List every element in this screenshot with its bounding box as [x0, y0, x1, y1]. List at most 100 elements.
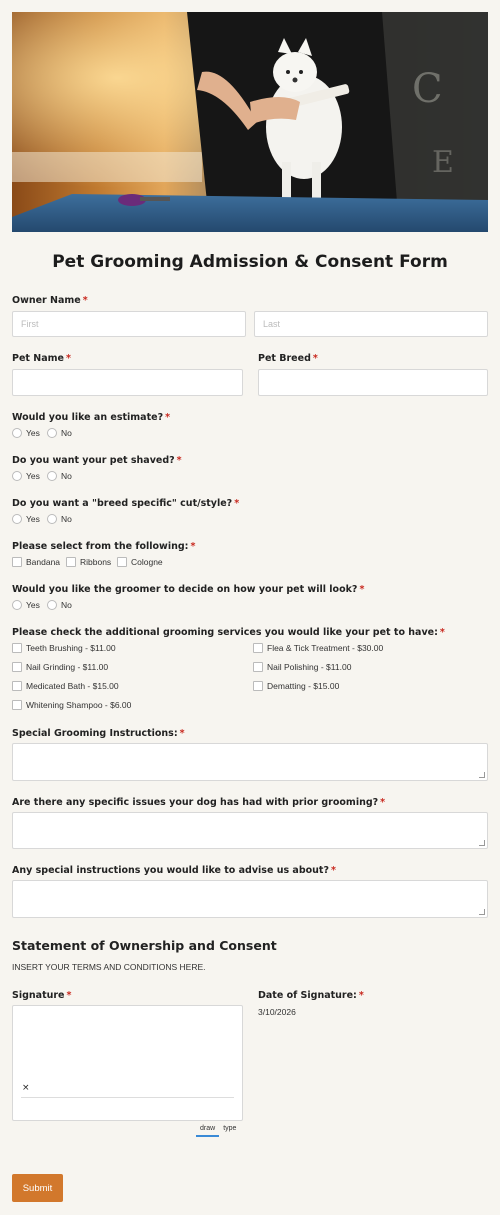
required-mark: * [179, 728, 185, 739]
required-mark: * [165, 412, 171, 423]
option-label: Flea & Tick Treatment - $30.00 [267, 643, 384, 653]
nail-polishing-option[interactable]: Nail Polishing - $11.00 [253, 662, 351, 672]
option-label: Yes [26, 471, 40, 481]
checkbox[interactable] [12, 681, 22, 691]
estimate-yes-option[interactable]: Yes [12, 428, 40, 438]
checkbox[interactable] [253, 662, 263, 672]
signature-label: Signature * [12, 990, 71, 1001]
additional-services-label-text: Please check the additional grooming ser… [12, 627, 438, 638]
dematting-option[interactable]: Dematting - $15.00 [253, 681, 339, 691]
option-label: Teeth Brushing - $11.00 [26, 643, 116, 653]
signature-pad[interactable]: × [12, 1005, 243, 1121]
radio-button[interactable] [47, 600, 57, 610]
groomer-decide-label-text: Would you like the groomer to decide on … [12, 584, 358, 595]
cologne-option[interactable]: Cologne [117, 557, 163, 567]
required-mark: * [358, 990, 364, 1001]
special-grooming-textarea[interactable] [12, 743, 488, 781]
option-label: Bandana [26, 557, 61, 567]
flea-tick-option[interactable]: Flea & Tick Treatment - $30.00 [253, 643, 383, 653]
resize-handle-icon[interactable] [479, 840, 485, 846]
option-label: Whitening Shampoo - $6.00 [26, 700, 132, 710]
shaved-label: Do you want your pet shaved? * [12, 455, 182, 466]
required-mark: * [66, 990, 72, 1001]
consent-section-title: Statement of Ownership and Consent [12, 938, 277, 953]
option-label: No [61, 428, 72, 438]
checkbox[interactable] [12, 662, 22, 672]
owner-last-name-input[interactable]: Last [254, 311, 488, 337]
breed-cut-yes-option[interactable]: Yes [12, 514, 40, 524]
additional-services-label: Please check the additional grooming ser… [12, 627, 445, 638]
special-advise-textarea[interactable] [12, 880, 488, 918]
groomer-decide-no-option[interactable]: No [47, 600, 72, 610]
checkbox[interactable] [12, 700, 22, 710]
shaved-no-option[interactable]: No [47, 471, 72, 481]
bandana-option[interactable]: Bandana [12, 557, 60, 567]
radio-button[interactable] [12, 514, 22, 524]
option-label: Ribbons [80, 557, 112, 567]
option-label: Dematting - $15.00 [267, 681, 340, 691]
option-label: Nail Grinding - $11.00 [26, 662, 109, 672]
radio-button[interactable] [12, 471, 22, 481]
breed-cut-label-text: Do you want a "breed specific" cut/style… [12, 498, 233, 509]
resize-handle-icon[interactable] [479, 909, 485, 915]
svg-text:E: E [432, 145, 454, 180]
checkbox[interactable] [253, 643, 263, 653]
required-mark: * [380, 797, 386, 808]
prior-issues-textarea[interactable] [12, 812, 488, 849]
checkbox[interactable] [253, 681, 263, 691]
teeth-brushing-option[interactable]: Teeth Brushing - $11.00 [12, 643, 116, 653]
option-label: Yes [26, 600, 40, 610]
required-mark: * [439, 627, 445, 638]
svg-text:C: C [412, 66, 443, 112]
ribbons-option[interactable]: Ribbons [66, 557, 111, 567]
owner-last-name-placeholder: Last [263, 319, 281, 329]
signature-label-text: Signature [12, 990, 65, 1001]
whitening-shampoo-option[interactable]: Whitening Shampoo - $6.00 [12, 700, 131, 710]
prior-issues-label: Are there any specific issues your dog h… [12, 797, 385, 808]
select-following-label: Please select from the following: * [12, 541, 195, 552]
required-mark: * [234, 498, 240, 509]
pet-name-input[interactable] [12, 369, 243, 396]
medicated-bath-option[interactable]: Medicated Bath - $15.00 [12, 681, 119, 691]
hero-image: C E [12, 12, 488, 232]
option-label: No [61, 471, 72, 481]
clear-signature-icon[interactable]: × [22, 1083, 30, 1093]
owner-first-name-placeholder: First [21, 319, 39, 329]
option-label: Yes [26, 428, 40, 438]
estimate-no-option[interactable]: No [47, 428, 72, 438]
option-label: No [61, 514, 72, 524]
required-mark: * [359, 584, 365, 595]
checkbox[interactable] [66, 557, 76, 567]
resize-handle-icon[interactable] [479, 772, 485, 778]
radio-button[interactable] [47, 428, 57, 438]
radio-button[interactable] [12, 428, 22, 438]
signature-line [21, 1097, 234, 1098]
nail-grinding-option[interactable]: Nail Grinding - $11.00 [12, 662, 108, 672]
radio-button[interactable] [47, 514, 57, 524]
pet-breed-input[interactable] [258, 369, 488, 396]
groomer-decide-yes-option[interactable]: Yes [12, 600, 40, 610]
date-of-signature-value: 3/10/2026 [258, 1007, 296, 1017]
page-title: Pet Grooming Admission & Consent Form [52, 252, 448, 272]
tab-draw[interactable]: draw [196, 1124, 220, 1137]
shaved-yes-option[interactable]: Yes [12, 471, 40, 481]
owner-first-name-input[interactable]: First [12, 311, 246, 337]
required-mark: * [330, 865, 336, 876]
special-advise-label: Any special instructions you would like … [12, 865, 336, 876]
checkbox[interactable] [12, 643, 22, 653]
pet-name-label: Pet Name * [12, 353, 71, 364]
required-mark: * [312, 353, 318, 364]
radio-button[interactable] [12, 600, 22, 610]
breed-cut-label: Do you want a "breed specific" cut/style… [12, 498, 239, 509]
breed-cut-no-option[interactable]: No [47, 514, 72, 524]
option-label: Cologne [131, 557, 163, 567]
estimate-label-text: Would you like an estimate? [12, 412, 164, 423]
required-mark: * [65, 353, 71, 364]
date-of-signature-label: Date of Signature: * [258, 990, 364, 1001]
checkbox[interactable] [12, 557, 22, 567]
checkbox[interactable] [117, 557, 127, 567]
radio-button[interactable] [47, 471, 57, 481]
special-grooming-label: Special Grooming Instructions: * [12, 728, 185, 739]
tab-type[interactable]: type [219, 1124, 240, 1137]
submit-button[interactable]: Submit [12, 1174, 63, 1202]
